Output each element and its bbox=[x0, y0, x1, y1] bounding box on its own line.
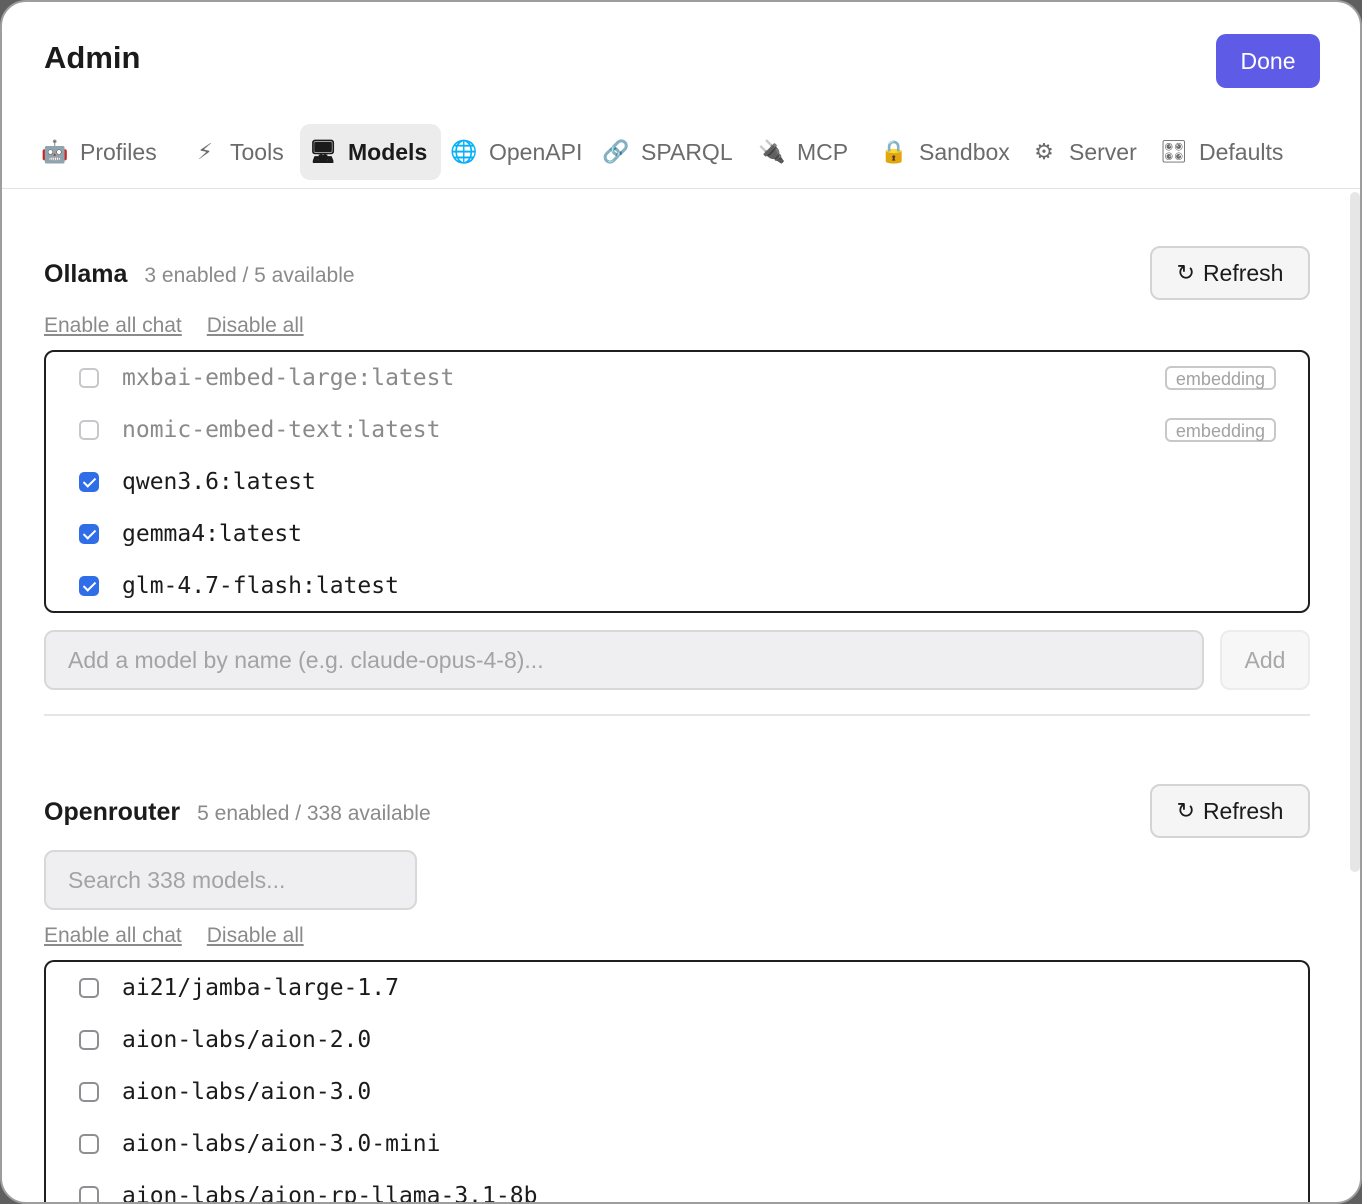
tab-sparql[interactable]: 🔗 SPARQL bbox=[593, 124, 749, 180]
section-count: 5 enabled / 338 available bbox=[197, 802, 431, 825]
model-row[interactable]: ai21/jamba-large-1.7 bbox=[46, 962, 1308, 1014]
ollama-section-header: Ollama 3 enabled / 5 available bbox=[44, 260, 355, 289]
model-name: aion-labs/aion-3.0 bbox=[122, 1079, 372, 1105]
tab-server[interactable]: ⚙ Server bbox=[1021, 124, 1151, 180]
model-checkbox[interactable] bbox=[79, 524, 99, 544]
globe-icon: 🌐 bbox=[450, 139, 478, 164]
tab-sandbox[interactable]: 🔒 Sandbox bbox=[871, 124, 1021, 180]
model-name: aion-labs/aion-3.0-mini bbox=[122, 1131, 441, 1157]
disable-all-link[interactable]: Disable all bbox=[207, 924, 304, 948]
model-row[interactable]: aion-labs/aion-3.0 bbox=[46, 1066, 1308, 1118]
model-row[interactable]: aion-labs/aion-2.0 bbox=[46, 1014, 1308, 1066]
model-name: qwen3.6:latest bbox=[122, 469, 316, 495]
page-title: Admin bbox=[44, 40, 141, 75]
ollama-model-list: mxbai-embed-large:latest embedding nomic-e… bbox=[44, 350, 1310, 613]
tab-label: Profiles bbox=[80, 138, 157, 165]
tab-openapi[interactable]: 🌐 OpenAPI bbox=[441, 124, 593, 180]
plug-icon: 🔌 bbox=[758, 139, 786, 164]
tab-bar: 🤖 Profiles ⚡ Tools 🖥 Models 🌐 OpenAPI 🔗 SPARQL 🔌 MC… bbox=[32, 124, 1342, 180]
openrouter-model-list: ai21/jamba-large-1.7 aion-labs/aion-2.0 ai… bbox=[44, 960, 1310, 1204]
tab-models[interactable]: 🖥 Models bbox=[300, 124, 441, 180]
done-button[interactable]: Done bbox=[1216, 34, 1320, 88]
refresh-label: Refresh bbox=[1202, 797, 1284, 824]
disable-all-link[interactable]: Disable all bbox=[207, 314, 304, 338]
tab-label: SPARQL bbox=[641, 138, 733, 165]
refresh-icon: ↻ bbox=[1176, 260, 1195, 285]
tab-label: Models bbox=[348, 138, 428, 165]
ollama-bulk-actions: Enable all chat Disable all bbox=[44, 314, 304, 338]
link-icon: 🔗 bbox=[602, 139, 630, 164]
tab-label: Sandbox bbox=[919, 138, 1010, 165]
refresh-icon: ↻ bbox=[1176, 798, 1195, 823]
model-name: mxbai-embed-large:latest bbox=[122, 365, 455, 391]
add-model-input[interactable] bbox=[44, 630, 1204, 690]
enable-all-chat-link[interactable]: Enable all chat bbox=[44, 924, 182, 948]
embedding-badge: embedding bbox=[1164, 366, 1276, 390]
refresh-label: Refresh bbox=[1202, 259, 1284, 286]
tab-label: MCP bbox=[797, 138, 849, 165]
tab-tools[interactable]: ⚡ Tools bbox=[182, 124, 300, 180]
model-row[interactable]: nomic-embed-text:latest embedding bbox=[46, 404, 1308, 456]
model-name: aion-labs/aion-2.0 bbox=[122, 1027, 372, 1053]
lock-icon: 🔒 bbox=[880, 139, 908, 164]
tab-mcp[interactable]: 🔌 MCP bbox=[749, 124, 871, 180]
model-checkbox[interactable] bbox=[79, 472, 99, 492]
tab-defaults[interactable]: 🎛 Defaults bbox=[1151, 124, 1301, 180]
enable-all-chat-link[interactable]: Enable all chat bbox=[44, 314, 182, 338]
monitor-icon: 🖥 bbox=[309, 139, 337, 164]
openrouter-section-header: Openrouter 5 enabled / 338 available bbox=[44, 798, 431, 827]
model-row[interactable]: glm-4.7-flash:latest bbox=[46, 560, 1308, 611]
model-checkbox[interactable] bbox=[79, 978, 99, 998]
model-row[interactable]: gemma4:latest bbox=[46, 508, 1308, 560]
model-name: glm-4.7-flash:latest bbox=[122, 573, 399, 599]
admin-dialog: Admin Done 🤖 Profiles ⚡ Tools 🖥 Models 🌐 OpenAP… bbox=[0, 0, 1362, 1204]
tab-label: OpenAPI bbox=[489, 138, 583, 165]
section-divider bbox=[44, 714, 1310, 716]
model-row[interactable]: qwen3.6:latest bbox=[46, 456, 1308, 508]
model-row[interactable]: aion-labs/aion-3.0-mini bbox=[46, 1118, 1308, 1170]
model-checkbox[interactable] bbox=[79, 1030, 99, 1050]
openrouter-refresh-button[interactable]: ↻ Refresh bbox=[1150, 784, 1310, 838]
add-model-button[interactable]: Add bbox=[1220, 630, 1310, 690]
model-search-input[interactable] bbox=[44, 850, 417, 910]
model-name: ai21/jamba-large-1.7 bbox=[122, 975, 399, 1001]
tab-profiles[interactable]: 🤖 Profiles bbox=[32, 124, 182, 180]
model-name: gemma4:latest bbox=[122, 521, 303, 547]
section-title: Ollama bbox=[44, 260, 128, 288]
model-checkbox[interactable] bbox=[79, 576, 99, 596]
scrollbar[interactable] bbox=[1350, 192, 1360, 872]
ollama-refresh-button[interactable]: ↻ Refresh bbox=[1150, 246, 1310, 300]
embedding-badge: embedding bbox=[1164, 418, 1276, 442]
gear-icon: ⚙ bbox=[1034, 139, 1054, 164]
model-checkbox[interactable] bbox=[79, 420, 99, 440]
tab-label: Server bbox=[1069, 138, 1137, 165]
model-checkbox[interactable] bbox=[79, 1186, 99, 1202]
tabs-divider bbox=[2, 188, 1360, 189]
section-title: Openrouter bbox=[44, 798, 181, 826]
lightning-icon: ⚡ bbox=[197, 139, 213, 164]
robot-icon: 🤖 bbox=[41, 139, 69, 164]
control-knobs-icon: 🎛 bbox=[1160, 139, 1188, 164]
openrouter-bulk-actions: Enable all chat Disable all bbox=[44, 924, 304, 948]
model-name: aion-labs/aion-rp-llama-3.1-8b bbox=[122, 1183, 538, 1204]
model-row[interactable]: aion-labs/aion-rp-llama-3.1-8b bbox=[46, 1170, 1308, 1204]
model-checkbox[interactable] bbox=[79, 368, 99, 388]
tab-label: Defaults bbox=[1199, 138, 1284, 165]
tab-label: Tools bbox=[230, 138, 284, 165]
model-row[interactable]: mxbai-embed-large:latest embedding bbox=[46, 352, 1308, 404]
section-count: 3 enabled / 5 available bbox=[144, 264, 355, 287]
model-checkbox[interactable] bbox=[79, 1082, 99, 1102]
model-checkbox[interactable] bbox=[79, 1134, 99, 1154]
model-name: nomic-embed-text:latest bbox=[122, 417, 441, 443]
